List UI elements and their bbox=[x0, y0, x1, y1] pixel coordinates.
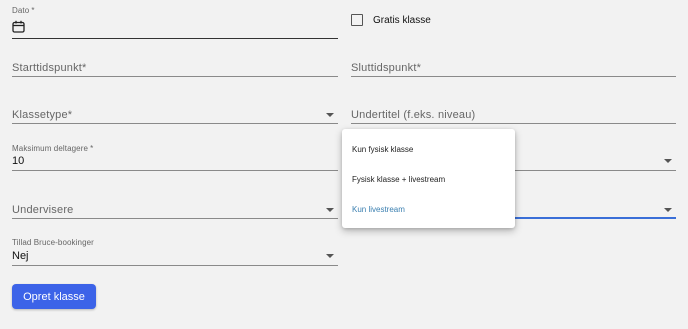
free-class-label: Gratis klasse bbox=[373, 15, 431, 26]
chevron-down-icon bbox=[326, 254, 334, 258]
subtitle-field[interactable]: Undertitel (f.eks. niveau) bbox=[351, 104, 676, 124]
max-participants-value: 10 bbox=[12, 155, 25, 167]
free-class-checkbox[interactable] bbox=[351, 14, 363, 26]
dropdown-menu: Kun fysisk klasse Fysisk klasse + livest… bbox=[342, 129, 515, 228]
required-marker: * bbox=[31, 6, 35, 15]
bruce-bookings-label: Tillad Bruce-bookinger bbox=[12, 238, 94, 247]
chevron-down-icon bbox=[664, 208, 672, 212]
max-participants-field[interactable]: Maksimum deltagere * 10 bbox=[12, 140, 338, 171]
date-label: Dato * bbox=[12, 6, 35, 15]
instructors-select[interactable]: Undervisere bbox=[12, 199, 338, 219]
date-underline bbox=[12, 38, 338, 39]
chevron-down-icon bbox=[326, 113, 334, 117]
menu-item-physical-livestream[interactable]: Fysisk klasse + livestream bbox=[352, 175, 445, 184]
end-time-field[interactable]: Sluttidspunkt* bbox=[351, 57, 676, 77]
menu-item-physical[interactable]: Kun fysisk klasse bbox=[352, 145, 413, 154]
bruce-bookings-value: Nej bbox=[12, 250, 29, 262]
start-time-placeholder: Starttidspunkt* bbox=[12, 62, 87, 74]
class-type-select[interactable]: Klassetype* bbox=[12, 104, 338, 124]
max-participants-label: Maksimum deltagere * bbox=[12, 144, 93, 153]
date-field[interactable]: Dato * bbox=[12, 0, 338, 39]
instructors-placeholder: Undervisere bbox=[12, 204, 74, 216]
bruce-bookings-underline bbox=[12, 265, 338, 266]
chevron-down-icon bbox=[664, 159, 672, 163]
subtitle-underline bbox=[351, 123, 676, 124]
subtitle-placeholder: Undertitel (f.eks. niveau) bbox=[351, 109, 476, 121]
chevron-down-icon bbox=[326, 208, 334, 212]
end-time-placeholder: Sluttidspunkt* bbox=[351, 62, 422, 74]
create-class-form: Dato * Gratis klasse Starttidspunkt* Slut… bbox=[0, 0, 688, 329]
class-type-underline bbox=[12, 123, 338, 124]
bruce-bookings-select[interactable]: Tillad Bruce-bookinger Nej bbox=[12, 235, 338, 266]
menu-item-livestream[interactable]: Kun livestream bbox=[352, 205, 405, 214]
required-marker: * bbox=[90, 144, 94, 153]
max-participants-underline bbox=[12, 170, 338, 171]
calendar-icon[interactable] bbox=[12, 20, 25, 33]
class-type-placeholder: Klassetype* bbox=[12, 109, 73, 121]
instructors-underline bbox=[12, 218, 338, 219]
start-time-underline bbox=[12, 76, 338, 77]
end-time-underline bbox=[351, 76, 676, 77]
max-participants-label-text: Maksimum deltagere bbox=[12, 144, 89, 153]
create-class-button[interactable]: Opret klasse bbox=[12, 284, 96, 309]
date-label-text: Dato bbox=[12, 6, 30, 15]
start-time-field[interactable]: Starttidspunkt* bbox=[12, 57, 338, 77]
